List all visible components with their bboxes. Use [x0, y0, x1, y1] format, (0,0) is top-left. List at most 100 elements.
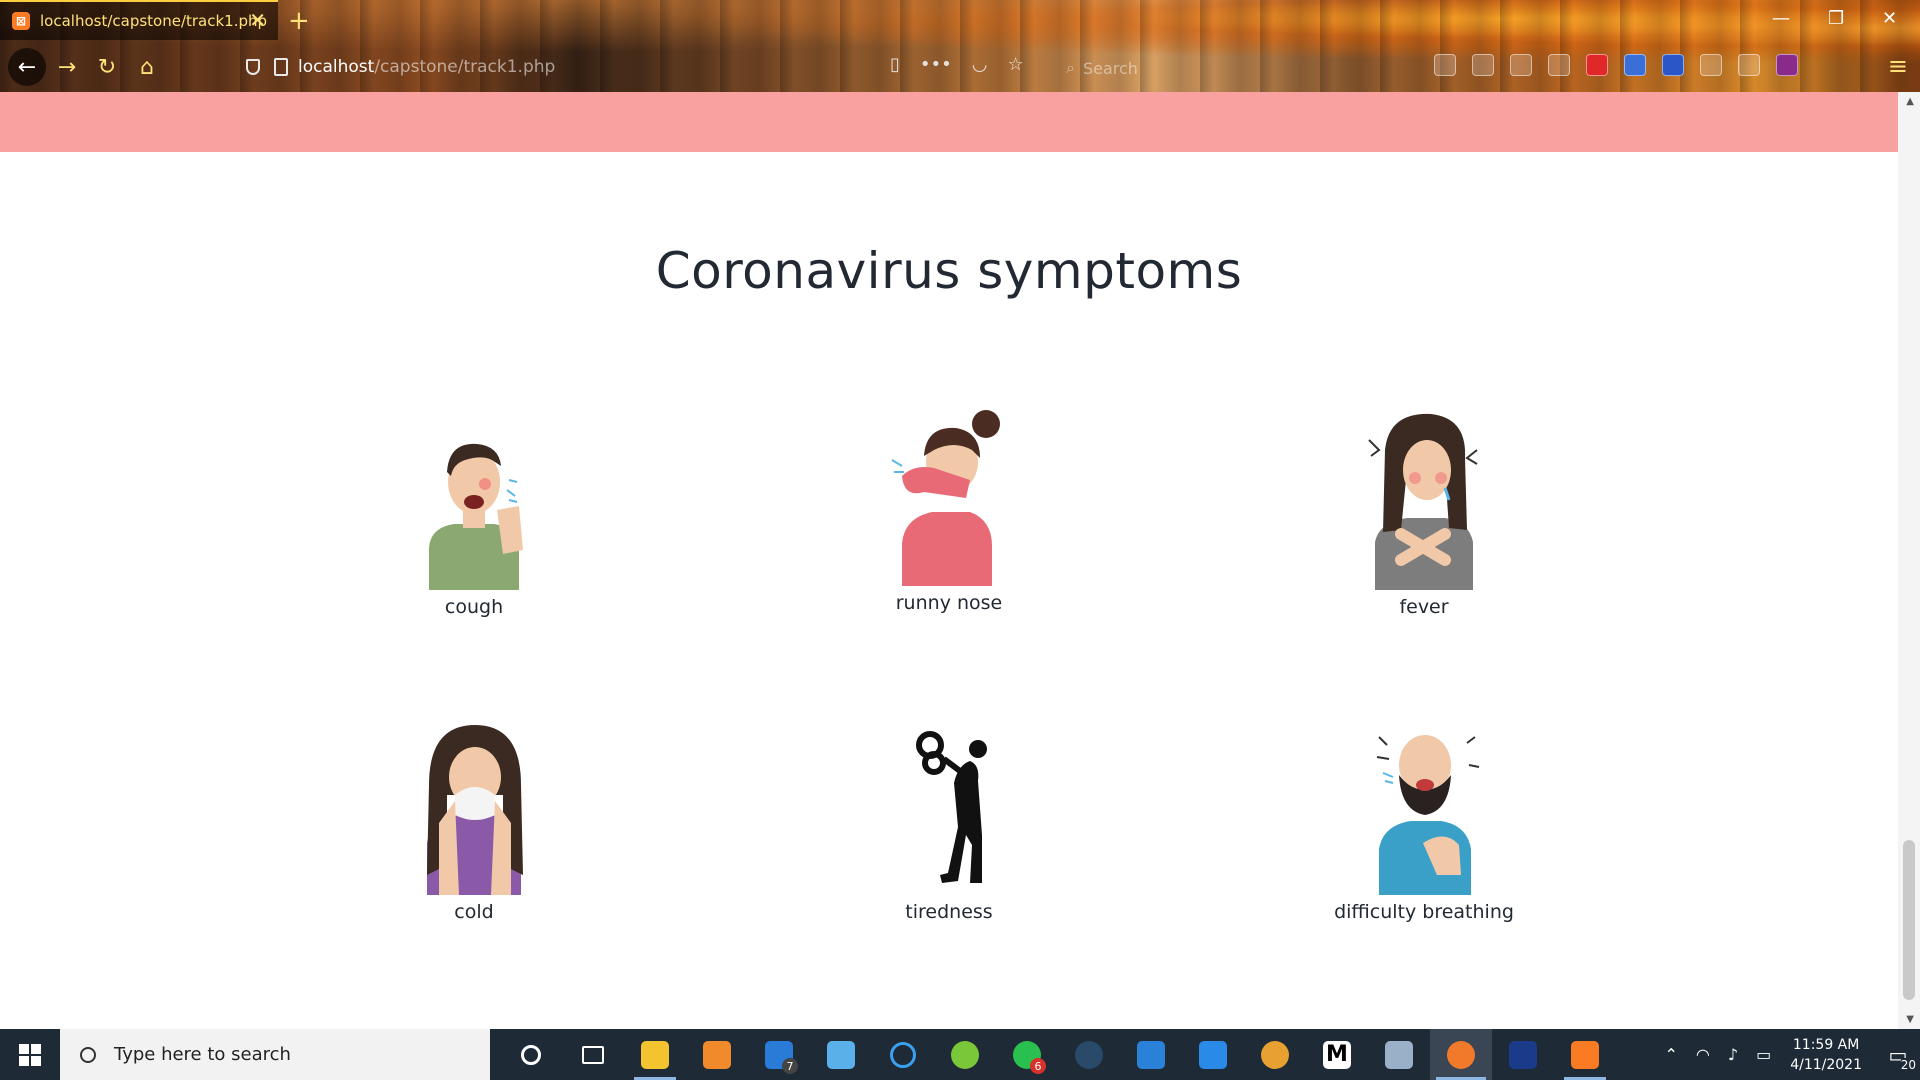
vertical-scrollbar[interactable]: ▲ ▼: [1898, 92, 1920, 1029]
taskbar-search-input[interactable]: Type here to search: [60, 1029, 490, 1080]
extension-icon[interactable]: [1624, 54, 1646, 76]
notification-count: 20: [1900, 1058, 1916, 1072]
task-view-button[interactable]: [562, 1029, 624, 1080]
restore-icon[interactable]: ❐: [1828, 8, 1844, 29]
taskbar-app-network[interactable]: [1368, 1029, 1430, 1080]
taskbar-app-laptop[interactable]: [810, 1029, 872, 1080]
extension-icon[interactable]: [1586, 54, 1608, 76]
green-app-icon: [951, 1040, 979, 1069]
chevron-up-icon[interactable]: ⌃: [1664, 1045, 1677, 1064]
scroll-down-icon[interactable]: ▼: [1906, 1014, 1914, 1025]
wifi-icon[interactable]: ◠: [1696, 1045, 1710, 1064]
volume-icon[interactable]: ♪: [1728, 1045, 1738, 1064]
video-icon: [1137, 1040, 1165, 1069]
close-window-icon[interactable]: ✕: [1882, 8, 1897, 29]
symptom-card: difficulty breathing: [1274, 715, 1574, 923]
taskbar-app-media[interactable]: [686, 1029, 748, 1080]
cortana-button[interactable]: [500, 1029, 562, 1080]
extension-icon[interactable]: [1662, 54, 1684, 76]
taskbar-app-file-explorer[interactable]: [624, 1029, 686, 1080]
pocket-icon[interactable]: ◡: [972, 54, 988, 75]
symptom-label: cough: [444, 596, 504, 618]
taskbar-search-placeholder: Type here to search: [114, 1044, 291, 1065]
network-app-icon: [1385, 1040, 1413, 1069]
new-tab-button[interactable]: +: [288, 6, 310, 36]
extension-icon[interactable]: [1510, 54, 1532, 76]
search-placeholder: Search: [1082, 58, 1138, 78]
man-breathing-difficulty-icon: [1349, 715, 1499, 895]
taskbar-app-green[interactable]: [934, 1029, 996, 1080]
hamburger-menu-icon[interactable]: ≡: [1888, 52, 1908, 80]
tab-close-icon[interactable]: ✕: [249, 10, 266, 30]
start-button[interactable]: [0, 1029, 60, 1080]
bookmark-star-icon[interactable]: ☆: [1007, 54, 1023, 75]
tired-person-icon: [874, 715, 1024, 895]
steam-icon: [1075, 1040, 1103, 1069]
xampp-favicon-icon: ⊠: [12, 12, 30, 30]
scrollbar-thumb[interactable]: [1903, 840, 1915, 1000]
more-actions-icon[interactable]: •••: [920, 54, 952, 75]
windows-logo-icon: [19, 1043, 41, 1066]
taskbar-app-firefox[interactable]: [1430, 1029, 1492, 1080]
symptom-label: cold: [454, 901, 494, 923]
food-app-icon: [1261, 1040, 1289, 1069]
xampp-icon: [1571, 1040, 1599, 1069]
extension-icon[interactable]: [1738, 54, 1760, 76]
taskbar-app-mail[interactable]: 7: [748, 1029, 810, 1080]
laptop-icon: [827, 1040, 855, 1069]
file-explorer-icon: [641, 1040, 669, 1069]
extension-icon[interactable]: [1700, 54, 1722, 76]
notification-center-button[interactable]: ▭ 20: [1876, 1029, 1920, 1080]
medium-icon: M: [1323, 1040, 1351, 1069]
symptom-card: tiredness: [799, 715, 1099, 923]
tab-title: localhost/capstone/track1.php: [40, 12, 268, 30]
symptom-card: cold: [324, 715, 624, 923]
taskbar-app-whatsapp[interactable]: 6: [996, 1029, 1058, 1080]
library-icon[interactable]: [1434, 54, 1456, 76]
taskbar-app-food[interactable]: [1244, 1029, 1306, 1080]
hd-extension-icon[interactable]: [1776, 54, 1798, 76]
search-icon: [80, 1046, 96, 1063]
system-clock[interactable]: 11:59 AM 4/11/2021: [1790, 1035, 1862, 1075]
taskbar-app-video[interactable]: [1120, 1029, 1182, 1080]
taskbar-app-uplay[interactable]: [872, 1029, 934, 1080]
page-viewport: Coronavirus symptoms cough runny nose fe…: [0, 92, 1920, 1029]
page-title: Coronavirus symptoms: [655, 242, 1243, 300]
scroll-up-icon[interactable]: ▲: [1906, 96, 1914, 107]
feverish-woman-icon: [1349, 410, 1499, 590]
forward-arrow-icon[interactable]: →: [50, 50, 84, 84]
symptom-label: tiredness: [905, 901, 993, 923]
taskbar-app-calendar[interactable]: [1182, 1029, 1244, 1080]
uplay-icon: [890, 1041, 916, 1068]
page-info-icon[interactable]: [274, 58, 288, 76]
search-input[interactable]: ⌕ Search: [1066, 54, 1366, 82]
calendar-icon: [1199, 1040, 1227, 1069]
sidebar-icon[interactable]: [1472, 54, 1494, 76]
media-player-icon: [703, 1040, 731, 1069]
extension-icon[interactable]: [1548, 54, 1570, 76]
minimize-icon[interactable]: —: [1772, 8, 1790, 29]
symptom-label: difficulty breathing: [1334, 901, 1514, 923]
system-tray: ⌃ ◠ ♪ ▭ 11:59 AM 4/11/2021 ▭ 20: [1655, 1029, 1920, 1080]
battery-icon[interactable]: ▭: [1756, 1045, 1771, 1064]
page-actions: ▯ ••• ◡ ☆: [890, 54, 1024, 75]
back-arrow-icon[interactable]: ←: [8, 48, 46, 86]
dev-cpp-icon: [1509, 1040, 1537, 1069]
clock-date: 4/11/2021: [1790, 1056, 1862, 1073]
woman-blowing-nose-icon: [399, 715, 549, 895]
taskbar-app-dev[interactable]: [1492, 1029, 1554, 1080]
reader-view-icon[interactable]: ▯: [890, 54, 900, 75]
reload-icon[interactable]: ↻: [90, 50, 124, 84]
taskbar-apps: 7 6 M: [500, 1029, 1616, 1080]
extension-icons: [1434, 54, 1798, 76]
browser-tab-active[interactable]: ⊠ localhost/capstone/track1.php ✕: [0, 0, 278, 40]
clock-time: 11:59 AM: [1792, 1036, 1860, 1053]
taskbar-app-xampp[interactable]: [1554, 1029, 1616, 1080]
taskbar-app-steam[interactable]: [1058, 1029, 1120, 1080]
whatsapp-badge: 6: [1030, 1058, 1046, 1074]
address-bar[interactable]: localhost/capstone/track1.php: [246, 50, 876, 84]
taskbar-app-medium[interactable]: M: [1306, 1029, 1368, 1080]
url-path: /capstone/track1.php: [374, 57, 556, 77]
home-icon[interactable]: ⌂: [130, 50, 164, 84]
tracking-shield-icon[interactable]: [246, 59, 260, 75]
